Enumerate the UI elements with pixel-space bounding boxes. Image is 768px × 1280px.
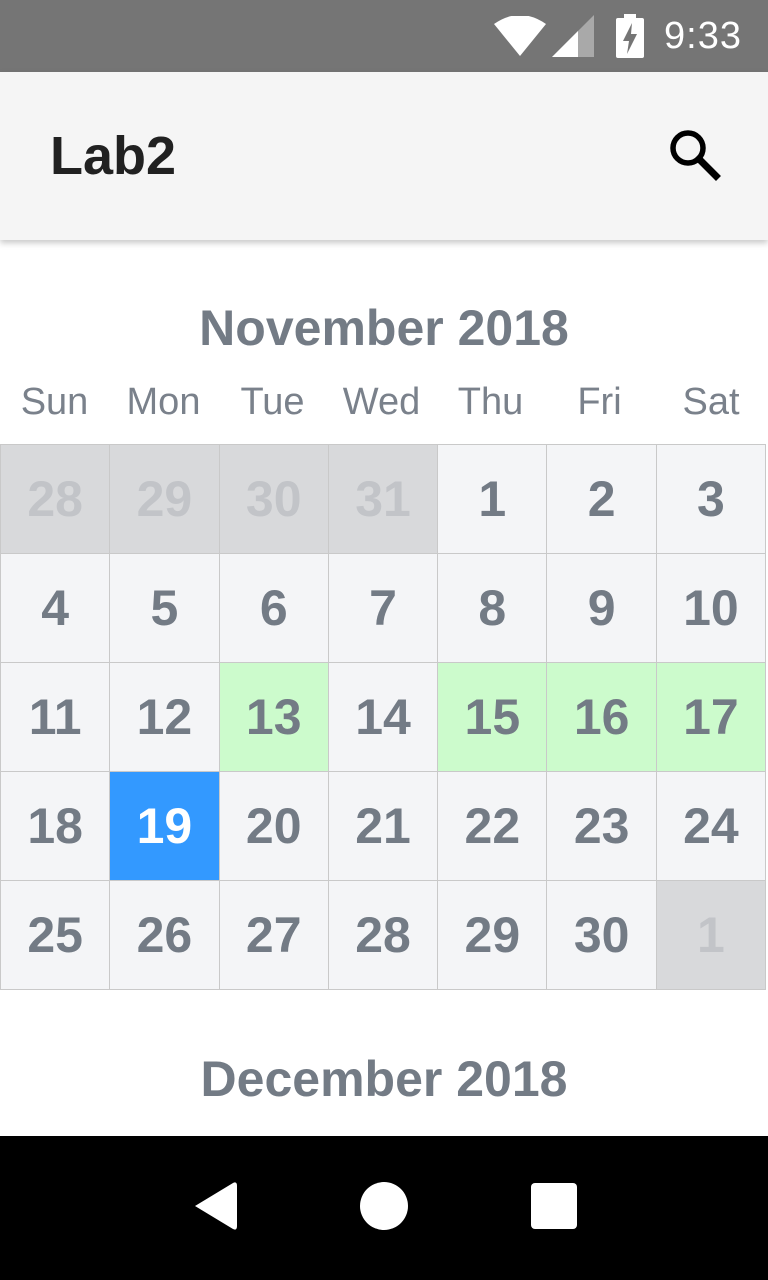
navigation-bar — [0, 1136, 768, 1280]
recents-button[interactable] — [514, 1168, 594, 1248]
status-time: 9:33 — [664, 14, 742, 57]
weekday-header: Sun Mon Tue Wed Thu Fri Sat — [0, 1126, 768, 1136]
day-cell[interactable]: 14 — [328, 663, 439, 772]
weekday-label: Thu — [436, 1126, 545, 1136]
day-cell[interactable]: 27 — [219, 881, 329, 990]
day-cell[interactable]: 5 — [110, 554, 220, 663]
day-cell[interactable]: 1 — [656, 881, 767, 990]
back-button[interactable] — [174, 1168, 254, 1248]
day-cell[interactable]: 28 — [1, 445, 111, 554]
day-cell[interactable]: 23 — [547, 772, 657, 881]
day-cell[interactable]: 10 — [656, 554, 767, 663]
weekday-label: Thu — [457, 381, 524, 423]
day-cell[interactable]: 22 — [438, 772, 548, 881]
day-cell-event[interactable]: 17 — [656, 663, 767, 772]
app-bar: Lab2 — [0, 72, 768, 240]
day-cell[interactable]: 31 — [328, 445, 439, 554]
recents-icon — [531, 1182, 577, 1234]
battery-charging-icon — [616, 14, 645, 58]
weekday-label: Fri — [577, 381, 622, 423]
weekday-label: Sun — [20, 381, 89, 423]
day-cell-today[interactable]: 19 — [110, 772, 220, 881]
day-cell[interactable]: 8 — [438, 554, 548, 663]
day-cell[interactable]: 4 — [1, 554, 111, 663]
day-cell[interactable]: 1 — [438, 445, 548, 554]
day-cell[interactable]: 29 — [110, 445, 220, 554]
weekday-label: Tue — [218, 1126, 327, 1136]
day-cell[interactable]: 30 — [547, 881, 657, 990]
day-cell[interactable]: 9 — [547, 554, 657, 663]
weekday-label: Fri — [545, 1126, 654, 1136]
day-cell[interactable]: 30 — [219, 445, 329, 554]
day-cell[interactable]: 24 — [656, 772, 767, 881]
weekday-header: Sun Mon Tue Wed Thu Fri Sat — [0, 374, 768, 430]
day-cell[interactable]: 2 — [547, 445, 657, 554]
day-cell-event[interactable]: 16 — [547, 663, 657, 772]
day-cell[interactable]: 11 — [1, 663, 111, 772]
month-title-november: November 2018 — [199, 300, 569, 356]
search-icon — [666, 126, 722, 187]
day-cell[interactable]: 21 — [328, 772, 439, 881]
day-cell[interactable]: 18 — [1, 772, 111, 881]
month-grid-november: 28 29 30 31 1 2 3 4 5 6 7 8 9 10 11 12 1… — [0, 444, 767, 990]
weekday-label: Wed — [342, 381, 421, 423]
day-cell[interactable]: 20 — [219, 772, 329, 881]
day-cell[interactable]: 7 — [328, 554, 439, 663]
home-button[interactable] — [344, 1168, 424, 1248]
day-cell-event[interactable]: 15 — [438, 663, 548, 772]
day-cell[interactable]: 28 — [328, 881, 439, 990]
day-cell[interactable]: 12 — [110, 663, 220, 772]
weekday-label: Sat — [654, 1126, 768, 1136]
cell-signal-icon — [552, 15, 595, 57]
search-button[interactable] — [664, 126, 724, 186]
wifi-icon — [494, 16, 547, 56]
back-icon — [191, 1180, 237, 1237]
day-cell[interactable]: 6 — [219, 554, 329, 663]
day-cell[interactable]: 25 — [1, 881, 111, 990]
weekday-label: Mon — [126, 381, 201, 423]
home-icon — [359, 1181, 409, 1236]
weekday-label: Sat — [682, 381, 740, 423]
day-cell[interactable]: 29 — [438, 881, 548, 990]
weekday-label: Wed — [327, 1126, 436, 1136]
day-cell-event[interactable]: 13 — [219, 663, 329, 772]
weekday-label: Mon — [109, 1126, 218, 1136]
month-title-december: December 2018 — [200, 1051, 568, 1107]
weekday-label: Sun — [0, 1126, 109, 1136]
app-title: Lab2 — [50, 126, 177, 186]
day-cell[interactable]: 3 — [656, 445, 767, 554]
calendar-scroll-area[interactable]: November 2018 Sun Mon Tue Wed Thu Fri Sa… — [0, 240, 768, 1136]
day-cell[interactable]: 26 — [110, 881, 220, 990]
weekday-label: Tue — [240, 381, 305, 423]
status-bar: 9:33 — [0, 0, 768, 72]
